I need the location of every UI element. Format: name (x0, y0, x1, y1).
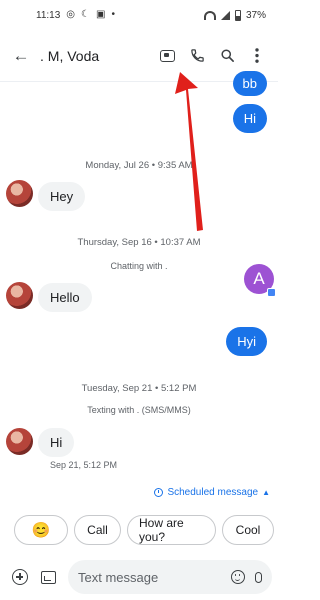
phone-icon (190, 49, 204, 62)
attach-button[interactable] (6, 563, 34, 591)
more-vert-icon (255, 48, 259, 63)
conversation-thread[interactable]: bb Hi Monday, Jul 26 • 9:35 AM Hey Thurs… (0, 71, 278, 481)
scheduled-message-label: Scheduled message (167, 487, 259, 498)
status-bar: 11:13 ◎ ☾ ▣ • 37% (0, 0, 278, 30)
message-timestamp: Sep 21, 5:12 PM (50, 460, 118, 470)
gallery-icon (40, 570, 56, 584)
outgoing-message-bubble[interactable]: bb (232, 71, 267, 96)
back-button[interactable]: ← (6, 41, 36, 71)
incoming-message-bubble[interactable]: Hi (38, 428, 75, 457)
contact-avatar[interactable] (6, 282, 33, 309)
video-call-icon (159, 49, 175, 62)
incoming-message-bubble[interactable]: Hello (38, 283, 92, 312)
clock-icon (154, 488, 164, 497)
voice-call-button[interactable] (182, 41, 212, 71)
gallery-button[interactable] (34, 563, 62, 591)
smart-reply-cool[interactable]: Cool (222, 515, 274, 545)
caret-up-icon: ▲ (262, 488, 270, 497)
status-time: 11:13 (36, 9, 61, 21)
notification-icon: ◎ (66, 9, 76, 20)
scheduled-message-toggle[interactable]: Scheduled message ▲ (154, 487, 270, 498)
signal-icon (220, 10, 230, 20)
outgoing-message-bubble[interactable]: Hi (232, 104, 267, 133)
dot-icon: • (111, 9, 115, 20)
wifi-icon (203, 10, 216, 20)
arrow-left-icon: ← (12, 45, 30, 65)
chat-status-note: Chatting with . (110, 261, 168, 271)
contact-avatar[interactable] (6, 180, 33, 207)
smart-reply-emoji[interactable]: 😊 (14, 515, 68, 545)
emoji-icon[interactable] (231, 570, 245, 584)
smart-reply-chips: 😊 Call How are you? Cool (14, 515, 278, 545)
date-divider: Thursday, Sep 16 • 10:37 AM (77, 237, 201, 248)
message-input-container[interactable] (68, 560, 272, 594)
smart-reply-call[interactable]: Call (74, 515, 121, 545)
battery-icon (234, 9, 241, 21)
more-options-button[interactable] (242, 41, 272, 71)
sms-badge-icon (267, 288, 276, 297)
moon-icon: ☾ (81, 9, 90, 20)
video-call-button[interactable] (152, 41, 182, 71)
smart-reply-how-are-you[interactable]: How are you? (127, 515, 216, 545)
battery-percent: 37% (245, 9, 266, 21)
chat-status-note: Texting with . (SMS/MMS) (87, 405, 191, 415)
search-icon (220, 49, 234, 62)
plus-circle-icon (12, 569, 28, 585)
date-divider: Tuesday, Sep 21 • 5:12 PM (81, 383, 197, 394)
incoming-message-bubble[interactable]: Hey (38, 182, 86, 211)
message-input[interactable] (78, 569, 231, 585)
conversation-title[interactable]: . M, Voda (40, 48, 152, 64)
contact-avatar[interactable] (6, 428, 33, 455)
app-notification-icon: ▣ (96, 9, 106, 20)
search-button[interactable] (212, 41, 242, 71)
outgoing-message-bubble[interactable]: Hyi (226, 327, 267, 356)
compose-bar (0, 557, 278, 597)
microphone-icon[interactable] (255, 571, 262, 583)
date-divider: Monday, Jul 26 • 9:35 AM (85, 160, 193, 171)
